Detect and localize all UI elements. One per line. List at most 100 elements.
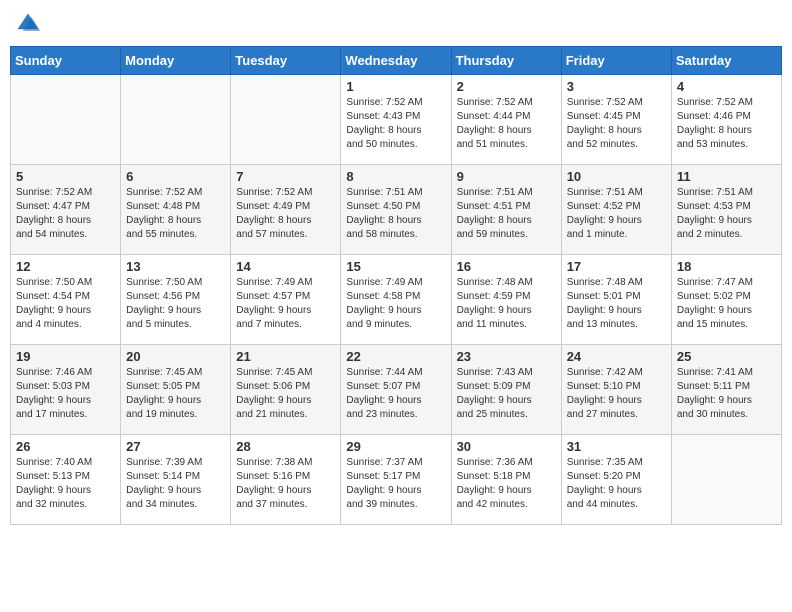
- day-info: Sunrise: 7:37 AM Sunset: 5:17 PM Dayligh…: [346, 456, 445, 512]
- logo-icon: [14, 10, 42, 38]
- calendar-cell: 15 Sunrise: 7:49 AM Sunset: 4:58 PM Dayli…: [341, 255, 451, 345]
- day-info: Sunrise: 7:49 AM Sunset: 4:57 PM Dayligh…: [236, 276, 335, 332]
- calendar-cell: 11 Sunrise: 7:51 AM Sunset: 4:53 PM Dayli…: [671, 165, 781, 255]
- day-number: 5: [16, 169, 115, 184]
- day-info: Sunrise: 7:35 AM Sunset: 5:20 PM Dayligh…: [567, 456, 666, 512]
- day-number: 21: [236, 349, 335, 364]
- day-info: Sunrise: 7:52 AM Sunset: 4:46 PM Dayligh…: [677, 96, 776, 152]
- day-number: 25: [677, 349, 776, 364]
- day-number: 28: [236, 439, 335, 454]
- calendar-cell: 17 Sunrise: 7:48 AM Sunset: 5:01 PM Dayli…: [561, 255, 671, 345]
- calendar-week-2: 12 Sunrise: 7:50 AM Sunset: 4:54 PM Dayli…: [11, 255, 782, 345]
- calendar-cell: 25 Sunrise: 7:41 AM Sunset: 5:11 PM Dayli…: [671, 345, 781, 435]
- calendar-body: 1Sunrise: 7:52 AM Sunset: 4:43 PM Daylig…: [11, 75, 782, 525]
- day-number: 18: [677, 259, 776, 274]
- calendar-cell: 5 Sunrise: 7:52 AM Sunset: 4:47 PM Daylig…: [11, 165, 121, 255]
- day-number: 2: [457, 79, 556, 94]
- day-number: 13: [126, 259, 225, 274]
- calendar-cell: 12 Sunrise: 7:50 AM Sunset: 4:54 PM Dayli…: [11, 255, 121, 345]
- day-info: Sunrise: 7:38 AM Sunset: 5:16 PM Dayligh…: [236, 456, 335, 512]
- day-info: Sunrise: 7:51 AM Sunset: 4:51 PM Dayligh…: [457, 186, 556, 242]
- calendar-cell: [121, 75, 231, 165]
- calendar-cell: 4 Sunrise: 7:52 AM Sunset: 4:46 PM Daylig…: [671, 75, 781, 165]
- calendar-cell: [231, 75, 341, 165]
- calendar-week-0: 1Sunrise: 7:52 AM Sunset: 4:43 PM Daylig…: [11, 75, 782, 165]
- day-number: 17: [567, 259, 666, 274]
- weekday-header-monday: Monday: [121, 47, 231, 75]
- weekday-header-friday: Friday: [561, 47, 671, 75]
- calendar-cell: 28 Sunrise: 7:38 AM Sunset: 5:16 PM Dayli…: [231, 435, 341, 525]
- day-number: 30: [457, 439, 556, 454]
- day-number: 9: [457, 169, 556, 184]
- day-number: 10: [567, 169, 666, 184]
- day-number: 23: [457, 349, 556, 364]
- day-number: 6: [126, 169, 225, 184]
- calendar-cell: 2 Sunrise: 7:52 AM Sunset: 4:44 PM Daylig…: [451, 75, 561, 165]
- day-info: Sunrise: 7:52 AM Sunset: 4:48 PM Dayligh…: [126, 186, 225, 242]
- calendar-cell: 31 Sunrise: 7:35 AM Sunset: 5:20 PM Dayli…: [561, 435, 671, 525]
- weekday-header-thursday: Thursday: [451, 47, 561, 75]
- day-number: 4: [677, 79, 776, 94]
- day-info: Sunrise: 7:50 AM Sunset: 4:56 PM Dayligh…: [126, 276, 225, 332]
- calendar-cell: 9 Sunrise: 7:51 AM Sunset: 4:51 PM Daylig…: [451, 165, 561, 255]
- calendar-cell: 6 Sunrise: 7:52 AM Sunset: 4:48 PM Daylig…: [121, 165, 231, 255]
- calendar-cell: [671, 435, 781, 525]
- day-info: Sunrise: 7:48 AM Sunset: 5:01 PM Dayligh…: [567, 276, 666, 332]
- day-number: 24: [567, 349, 666, 364]
- calendar-cell: 16Sunrise: 7:48 AM Sunset: 4:59 PM Dayli…: [451, 255, 561, 345]
- calendar-cell: 1Sunrise: 7:52 AM Sunset: 4:43 PM Daylig…: [341, 75, 451, 165]
- calendar-cell: [11, 75, 121, 165]
- day-info: Sunrise: 7:52 AM Sunset: 4:44 PM Dayligh…: [457, 96, 556, 152]
- day-info: Sunrise: 7:42 AM Sunset: 5:10 PM Dayligh…: [567, 366, 666, 422]
- day-number: 20: [126, 349, 225, 364]
- logo: [14, 10, 44, 38]
- day-number: 3: [567, 79, 666, 94]
- page-header: [10, 10, 782, 38]
- calendar-cell: 23 Sunrise: 7:43 AM Sunset: 5:09 PM Dayli…: [451, 345, 561, 435]
- day-info: Sunrise: 7:49 AM Sunset: 4:58 PM Dayligh…: [346, 276, 445, 332]
- calendar-cell: 10 Sunrise: 7:51 AM Sunset: 4:52 PM Dayli…: [561, 165, 671, 255]
- calendar-cell: 3Sunrise: 7:52 AM Sunset: 4:45 PM Daylig…: [561, 75, 671, 165]
- day-info: Sunrise: 7:51 AM Sunset: 4:53 PM Dayligh…: [677, 186, 776, 242]
- day-number: 11: [677, 169, 776, 184]
- calendar-cell: 14 Sunrise: 7:49 AM Sunset: 4:57 PM Dayli…: [231, 255, 341, 345]
- day-info: Sunrise: 7:46 AM Sunset: 5:03 PM Dayligh…: [16, 366, 115, 422]
- day-info: Sunrise: 7:52 AM Sunset: 4:47 PM Dayligh…: [16, 186, 115, 242]
- day-number: 22: [346, 349, 445, 364]
- day-number: 1: [346, 79, 445, 94]
- day-info: Sunrise: 7:43 AM Sunset: 5:09 PM Dayligh…: [457, 366, 556, 422]
- weekday-header-sunday: Sunday: [11, 47, 121, 75]
- day-info: Sunrise: 7:47 AM Sunset: 5:02 PM Dayligh…: [677, 276, 776, 332]
- day-info: Sunrise: 7:45 AM Sunset: 5:06 PM Dayligh…: [236, 366, 335, 422]
- day-number: 31: [567, 439, 666, 454]
- weekday-row: SundayMondayTuesdayWednesdayThursdayFrid…: [11, 47, 782, 75]
- calendar-cell: 29Sunrise: 7:37 AM Sunset: 5:17 PM Dayli…: [341, 435, 451, 525]
- day-number: 14: [236, 259, 335, 274]
- calendar-cell: 27Sunrise: 7:39 AM Sunset: 5:14 PM Dayli…: [121, 435, 231, 525]
- calendar-header: SundayMondayTuesdayWednesdayThursdayFrid…: [11, 47, 782, 75]
- calendar-cell: 18 Sunrise: 7:47 AM Sunset: 5:02 PM Dayli…: [671, 255, 781, 345]
- day-info: Sunrise: 7:48 AM Sunset: 4:59 PM Dayligh…: [457, 276, 556, 332]
- day-info: Sunrise: 7:51 AM Sunset: 4:52 PM Dayligh…: [567, 186, 666, 242]
- day-info: Sunrise: 7:45 AM Sunset: 5:05 PM Dayligh…: [126, 366, 225, 422]
- calendar-week-4: 26Sunrise: 7:40 AM Sunset: 5:13 PM Dayli…: [11, 435, 782, 525]
- calendar-cell: 22Sunrise: 7:44 AM Sunset: 5:07 PM Dayli…: [341, 345, 451, 435]
- calendar-week-1: 5 Sunrise: 7:52 AM Sunset: 4:47 PM Daylig…: [11, 165, 782, 255]
- calendar-cell: 7 Sunrise: 7:52 AM Sunset: 4:49 PM Daylig…: [231, 165, 341, 255]
- day-number: 8: [346, 169, 445, 184]
- calendar-cell: 30 Sunrise: 7:36 AM Sunset: 5:18 PM Dayli…: [451, 435, 561, 525]
- calendar-cell: 13 Sunrise: 7:50 AM Sunset: 4:56 PM Dayli…: [121, 255, 231, 345]
- day-number: 15: [346, 259, 445, 274]
- day-number: 19: [16, 349, 115, 364]
- day-number: 12: [16, 259, 115, 274]
- day-info: Sunrise: 7:39 AM Sunset: 5:14 PM Dayligh…: [126, 456, 225, 512]
- day-info: Sunrise: 7:41 AM Sunset: 5:11 PM Dayligh…: [677, 366, 776, 422]
- calendar-cell: 20 Sunrise: 7:45 AM Sunset: 5:05 PM Dayli…: [121, 345, 231, 435]
- day-info: Sunrise: 7:36 AM Sunset: 5:18 PM Dayligh…: [457, 456, 556, 512]
- calendar-week-3: 19 Sunrise: 7:46 AM Sunset: 5:03 PM Dayli…: [11, 345, 782, 435]
- calendar-cell: 24 Sunrise: 7:42 AM Sunset: 5:10 PM Dayli…: [561, 345, 671, 435]
- weekday-header-wednesday: Wednesday: [341, 47, 451, 75]
- day-info: Sunrise: 7:52 AM Sunset: 4:49 PM Dayligh…: [236, 186, 335, 242]
- day-info: Sunrise: 7:50 AM Sunset: 4:54 PM Dayligh…: [16, 276, 115, 332]
- day-number: 7: [236, 169, 335, 184]
